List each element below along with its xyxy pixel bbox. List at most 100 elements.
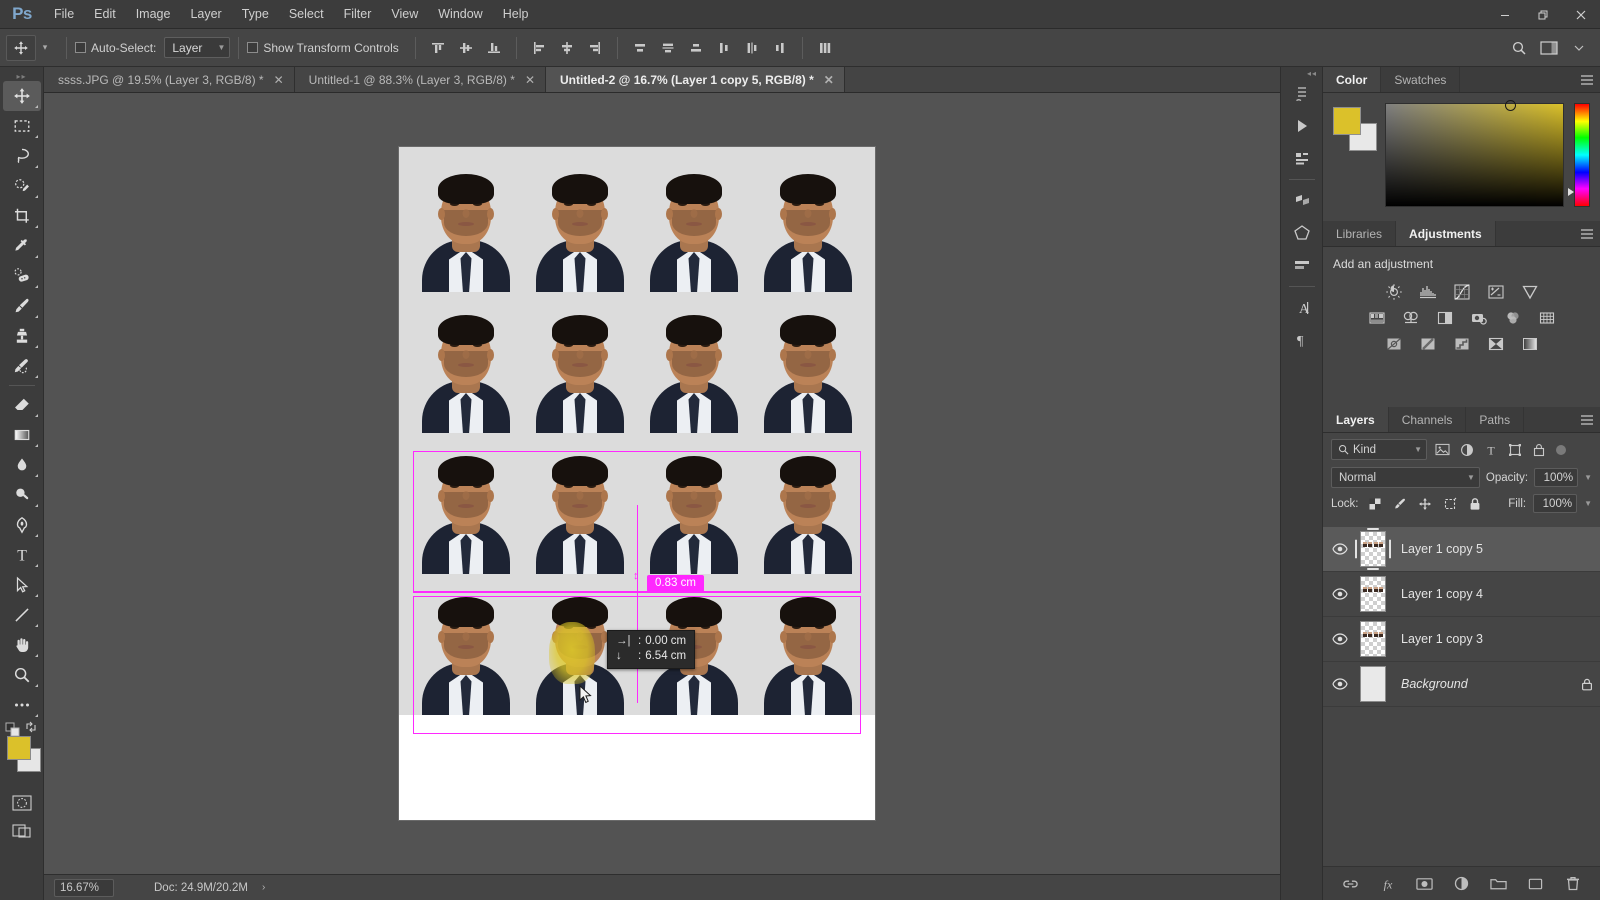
tab-color[interactable]: Color — [1323, 67, 1381, 92]
close-button[interactable] — [1562, 0, 1600, 29]
distribute-horizontal-centers-icon[interactable] — [738, 35, 766, 61]
panel-menu-icon[interactable] — [1580, 221, 1594, 247]
filter-pixel-icon[interactable] — [1434, 441, 1451, 459]
channel-mixer-icon[interactable] — [1503, 308, 1523, 328]
move-tool[interactable] — [3, 81, 41, 111]
color-panel-foreground-swatch[interactable] — [1333, 107, 1361, 135]
layer-thumbnail[interactable] — [1353, 574, 1393, 614]
tab-paths[interactable]: Paths — [1466, 407, 1524, 432]
vibrance-icon[interactable] — [1520, 282, 1540, 302]
auto-select-target-dropdown[interactable]: Layer ▼ — [164, 37, 230, 58]
tab-swatches[interactable]: Swatches — [1381, 67, 1460, 92]
show-transform-controls-checkbox[interactable] — [247, 42, 258, 53]
menu-select[interactable]: Select — [279, 0, 334, 29]
document-tab-untitled-1[interactable]: Untitled-1 @ 88.3% (Layer 3, RGB/8) * ✕ — [295, 67, 546, 92]
panel-menu-icon[interactable] — [1580, 407, 1594, 433]
new-adjustment-layer-icon[interactable] — [1453, 875, 1471, 893]
layer-row[interactable]: Layer 1 copy 3 — [1323, 617, 1600, 662]
layer-visibility-eye-icon[interactable] — [1327, 543, 1353, 555]
delete-layer-icon[interactable] — [1564, 875, 1582, 893]
gradient-tool[interactable] — [3, 420, 41, 450]
crop-tool[interactable] — [3, 201, 41, 231]
lock-all-icon[interactable] — [1466, 495, 1484, 513]
filter-type-icon[interactable]: T — [1482, 441, 1499, 459]
layer-list[interactable]: Layer 1 copy 5Layer 1 copy 4Layer 1 copy… — [1323, 527, 1600, 866]
hue-slider[interactable] — [1574, 103, 1590, 207]
color-lookup-icon[interactable] — [1537, 308, 1557, 328]
history-brush-tool[interactable] — [3, 351, 41, 381]
properties-panel-icon[interactable] — [1285, 143, 1319, 173]
timeline-panel-icon[interactable] — [1285, 250, 1319, 280]
tools-panel-grip[interactable]: ▸▸ — [0, 71, 43, 81]
close-icon[interactable]: ✕ — [824, 73, 834, 87]
swap-colors-icon[interactable] — [24, 720, 38, 737]
menu-filter[interactable]: Filter — [334, 0, 382, 29]
clone-source-panel-icon[interactable] — [1285, 186, 1319, 216]
rectangular-marquee-tool[interactable] — [3, 111, 41, 141]
color-picker-field[interactable] — [1385, 103, 1564, 207]
exposure-icon[interactable] — [1486, 282, 1506, 302]
menu-help[interactable]: Help — [493, 0, 539, 29]
add-layer-mask-icon[interactable] — [1416, 875, 1434, 893]
hue-slider-marker[interactable] — [1568, 188, 1574, 196]
quick-mask-icon[interactable] — [9, 792, 35, 814]
menu-view[interactable]: View — [381, 0, 428, 29]
layer-visibility-eye-icon[interactable] — [1327, 588, 1353, 600]
layer-thumbnail[interactable] — [1353, 619, 1393, 659]
close-icon[interactable]: ✕ — [525, 73, 535, 87]
document-tab-untitled-2[interactable]: Untitled-2 @ 16.7% (Layer 1 copy 5, RGB/… — [546, 67, 845, 92]
lock-transparent-pixels-icon[interactable] — [1366, 495, 1384, 513]
clone-stamp-tool[interactable] — [3, 321, 41, 351]
tool-preset-chevron-down-icon[interactable]: ▾ — [38, 42, 52, 53]
quick-selection-tool[interactable] — [3, 171, 41, 201]
menu-edit[interactable]: Edit — [84, 0, 126, 29]
brush-tool[interactable] — [3, 291, 41, 321]
photo-filter-icon[interactable] — [1469, 308, 1489, 328]
dodge-tool[interactable] — [3, 480, 41, 510]
auto-select-checkbox[interactable] — [75, 42, 86, 53]
styles-panel-icon[interactable] — [1285, 218, 1319, 248]
canvas-area[interactable]: ↕ 0.83 cm →|:0.00 cm ↓:6.54 cm — [44, 93, 1280, 874]
distribute-bottom-edges-icon[interactable] — [682, 35, 710, 61]
restore-button[interactable] — [1524, 0, 1562, 29]
line-tool[interactable] — [3, 600, 41, 630]
brightness-contrast-icon[interactable] — [1384, 282, 1404, 302]
black-white-icon[interactable] — [1435, 308, 1455, 328]
align-left-edges-icon[interactable] — [525, 35, 553, 61]
edit-toolbar-more[interactable] — [3, 690, 41, 720]
align-top-edges-icon[interactable] — [424, 35, 452, 61]
zoom-level-field[interactable]: 16.67% — [54, 879, 114, 897]
spot-healing-brush-tool[interactable] — [3, 261, 41, 291]
threshold-icon[interactable] — [1452, 334, 1472, 354]
opacity-chevron-down-icon[interactable]: ▼ — [1584, 473, 1592, 482]
menu-type[interactable]: Type — [232, 0, 279, 29]
menu-file[interactable]: File — [44, 0, 84, 29]
eyedropper-tool[interactable] — [3, 231, 41, 261]
panel-menu-icon[interactable] — [1580, 67, 1594, 93]
layer-row[interactable]: Background — [1323, 662, 1600, 707]
invert-icon[interactable] — [1384, 334, 1404, 354]
add-layer-style-icon[interactable]: fx — [1379, 875, 1397, 893]
document-tab-ssss[interactable]: ssss.JPG @ 19.5% (Layer 3, RGB/8) * ✕ — [44, 67, 295, 92]
layer-filter-kind-dropdown[interactable]: Kind ▼ — [1331, 439, 1427, 460]
blend-mode-dropdown[interactable]: Normal ▼ — [1331, 467, 1480, 488]
align-bottom-edges-icon[interactable] — [480, 35, 508, 61]
layer-thumbnail[interactable] — [1353, 664, 1393, 704]
filter-smart-object-icon[interactable] — [1530, 441, 1547, 459]
align-horizontal-centers-icon[interactable] — [553, 35, 581, 61]
lasso-tool[interactable] — [3, 141, 41, 171]
layer-visibility-eye-icon[interactable] — [1327, 678, 1353, 690]
hue-saturation-icon[interactable] — [1367, 308, 1387, 328]
document-canvas[interactable]: ↕ 0.83 cm →|:0.00 cm ↓:6.54 cm — [399, 147, 875, 820]
pen-tool[interactable] — [3, 510, 41, 540]
foreground-color-swatch[interactable] — [7, 736, 31, 760]
distribute-spacing-icon[interactable] — [811, 35, 839, 61]
tab-libraries[interactable]: Libraries — [1323, 221, 1396, 246]
new-group-icon[interactable] — [1490, 875, 1508, 893]
menu-image[interactable]: Image — [126, 0, 181, 29]
menu-layer[interactable]: Layer — [180, 0, 231, 29]
filter-shape-icon[interactable] — [1506, 441, 1523, 459]
horizontal-type-tool[interactable]: T — [3, 540, 41, 570]
chevron-down-icon[interactable] — [1564, 35, 1594, 61]
minimize-button[interactable] — [1486, 0, 1524, 29]
